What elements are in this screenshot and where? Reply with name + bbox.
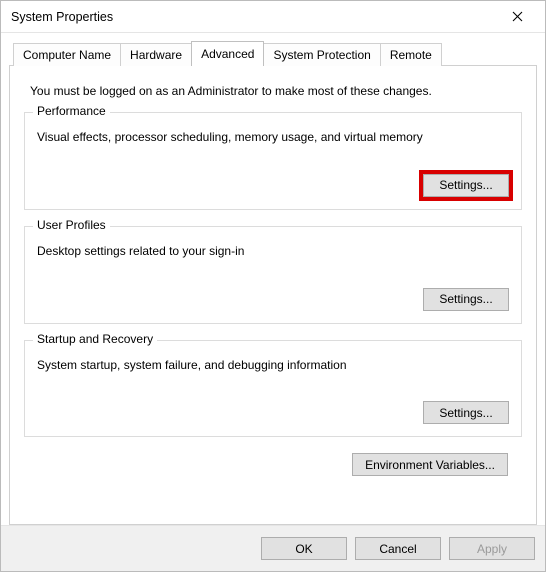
tab-hardware[interactable]: Hardware <box>120 43 192 66</box>
tab-system-protection[interactable]: System Protection <box>263 43 380 66</box>
performance-settings-button[interactable]: Settings... <box>423 174 509 197</box>
button-label: Cancel <box>379 542 416 556</box>
group-description: System startup, system failure, and debu… <box>37 357 511 374</box>
tab-label: Remote <box>390 48 432 62</box>
group-description: Desktop settings related to your sign-in <box>37 243 511 260</box>
window-title: System Properties <box>11 10 497 24</box>
tab-label: Hardware <box>130 48 182 62</box>
client-area: Computer Name Hardware Advanced System P… <box>1 33 545 525</box>
group-performance: Performance Visual effects, processor sc… <box>24 112 522 210</box>
button-label: Apply <box>477 542 507 556</box>
group-actions: Settings... <box>35 288 511 313</box>
close-button[interactable] <box>497 3 537 31</box>
group-title: Startup and Recovery <box>33 332 157 346</box>
apply-button[interactable]: Apply <box>449 537 535 560</box>
tab-label: Advanced <box>201 47 254 61</box>
tab-strip: Computer Name Hardware Advanced System P… <box>9 41 537 66</box>
group-actions: Settings... <box>35 174 511 199</box>
button-label: Environment Variables... <box>365 458 495 472</box>
tab-advanced[interactable]: Advanced <box>191 41 264 66</box>
cancel-button[interactable]: Cancel <box>355 537 441 560</box>
button-label: Settings... <box>439 292 492 306</box>
ok-button[interactable]: OK <box>261 537 347 560</box>
button-label: Settings... <box>439 406 492 420</box>
admin-notice: You must be logged on as an Administrato… <box>30 84 522 98</box>
button-label: Settings... <box>439 178 492 192</box>
button-label: OK <box>295 542 312 556</box>
environment-variables-row: Environment Variables... <box>24 453 522 488</box>
group-user-profiles: User Profiles Desktop settings related t… <box>24 226 522 324</box>
group-description: Visual effects, processor scheduling, me… <box>37 129 511 146</box>
environment-variables-button[interactable]: Environment Variables... <box>352 453 508 476</box>
titlebar: System Properties <box>1 1 545 33</box>
group-startup-recovery: Startup and Recovery System startup, sys… <box>24 340 522 438</box>
close-icon <box>512 11 523 22</box>
group-title: User Profiles <box>33 218 110 232</box>
system-properties-dialog: System Properties Computer Name Hardware… <box>0 0 546 572</box>
group-actions: Settings... <box>35 401 511 426</box>
tab-remote[interactable]: Remote <box>380 43 442 66</box>
group-title: Performance <box>33 104 110 118</box>
tab-label: System Protection <box>273 48 370 62</box>
tab-label: Computer Name <box>23 48 111 62</box>
tab-panel-advanced: You must be logged on as an Administrato… <box>9 65 537 525</box>
dialog-footer: OK Cancel Apply <box>1 525 545 571</box>
tab-computer-name[interactable]: Computer Name <box>13 43 121 66</box>
startup-recovery-settings-button[interactable]: Settings... <box>423 401 509 424</box>
user-profiles-settings-button[interactable]: Settings... <box>423 288 509 311</box>
